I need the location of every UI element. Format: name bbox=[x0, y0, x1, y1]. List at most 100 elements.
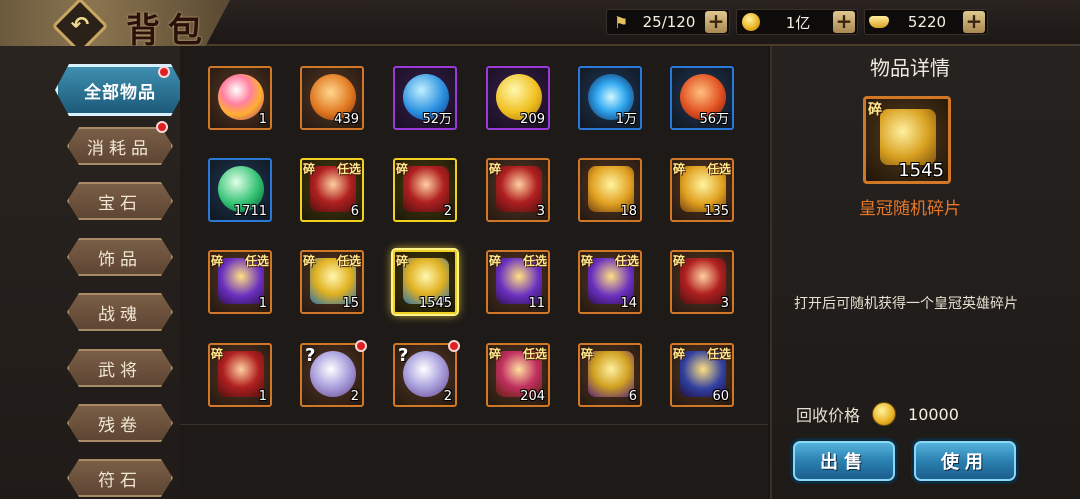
item-slot[interactable]: 碎3 bbox=[670, 250, 734, 314]
question-mark-icon: ? bbox=[398, 345, 409, 366]
fragment-tag: 碎 bbox=[489, 347, 502, 361]
grid-divider bbox=[180, 424, 768, 425]
fragment-tag: 碎 bbox=[211, 347, 224, 361]
fragment-tag: 碎 bbox=[303, 254, 316, 268]
mystery-crystal-icon bbox=[310, 351, 356, 397]
tab-generals[interactable]: 武将 bbox=[67, 349, 173, 387]
tab-label: 消耗品 bbox=[87, 138, 153, 159]
item-count: 1 bbox=[258, 112, 267, 127]
use-button[interactable]: 使用 bbox=[911, 438, 1019, 484]
tab-label: 饰品 bbox=[98, 249, 142, 270]
gold-ingot-icon bbox=[867, 10, 891, 34]
tab-consumables[interactable]: 消耗品 bbox=[67, 127, 173, 165]
item-slot[interactable]: 1 bbox=[208, 66, 272, 130]
rainbow-gem-icon bbox=[218, 74, 264, 120]
resource-gold: 1亿 + bbox=[736, 9, 858, 35]
notification-badge bbox=[355, 340, 367, 352]
recycle-value: 10000 bbox=[908, 404, 959, 424]
item-slot[interactable]: 52万 bbox=[393, 66, 457, 130]
item-slot[interactable]: 439 bbox=[300, 66, 364, 130]
item-slot[interactable]: 碎1 bbox=[208, 343, 272, 407]
page-title: 背包 bbox=[126, 11, 210, 51]
item-slot[interactable]: 1711 bbox=[208, 158, 272, 222]
use-label: 使用 bbox=[941, 452, 989, 473]
tab-scroll-fragments[interactable]: 残卷 bbox=[67, 404, 173, 442]
tab-label: 宝石 bbox=[98, 193, 142, 214]
sell-label: 出售 bbox=[820, 452, 868, 473]
fragment-tag: 碎 bbox=[396, 254, 409, 268]
item-count: 2 bbox=[350, 389, 359, 404]
tab-label: 武将 bbox=[98, 360, 142, 381]
item-count: 15 bbox=[342, 296, 359, 311]
item-slot[interactable]: ? 2 bbox=[393, 340, 460, 407]
trophy-flag-icon: ⚑ bbox=[613, 12, 629, 32]
item-slot[interactable]: 碎2 bbox=[393, 158, 457, 222]
item-slot[interactable]: 56万 bbox=[670, 66, 734, 130]
tab-war-souls[interactable]: 战魂 bbox=[67, 293, 173, 331]
detail-title: 物品详情 bbox=[870, 56, 950, 80]
item-count: 56万 bbox=[699, 112, 729, 127]
selectable-tag: 任选 bbox=[336, 254, 361, 268]
item-count: 209 bbox=[520, 112, 545, 127]
notification-badge bbox=[156, 121, 168, 133]
tab-rune-stones[interactable]: 符石 bbox=[67, 459, 173, 497]
gold-purple-chest-icon bbox=[588, 351, 634, 397]
fragment-tag: 碎 bbox=[673, 347, 686, 361]
item-slot[interactable]: 碎 任选 14 bbox=[578, 250, 642, 314]
resource-ingot: 5220 + bbox=[864, 9, 988, 35]
add-stamina-button[interactable]: + bbox=[705, 11, 727, 33]
item-count: 18 bbox=[620, 204, 637, 219]
resource-stamina: ⚑ 25/120 + bbox=[606, 9, 730, 35]
item-slot[interactable]: 碎 任选 15 bbox=[300, 250, 364, 314]
item-count: 1545 bbox=[418, 296, 452, 311]
item-count: 60 bbox=[712, 389, 729, 404]
tab-label: 符石 bbox=[98, 470, 142, 491]
notification-badge bbox=[448, 340, 460, 352]
selectable-tag: 任选 bbox=[614, 254, 639, 268]
resource-value: 5220 bbox=[907, 13, 947, 31]
red-chest-icon bbox=[218, 351, 264, 397]
add-gold-button[interactable]: + bbox=[833, 11, 855, 33]
item-count: 2 bbox=[443, 204, 452, 219]
question-mark-icon: ? bbox=[305, 345, 316, 366]
item-count: 1 bbox=[258, 389, 267, 404]
item-slot[interactable]: 碎 任选 11 bbox=[486, 250, 550, 314]
item-count: 1 bbox=[258, 296, 267, 311]
red-chest-icon bbox=[680, 258, 726, 304]
item-slot[interactable]: 碎 任选 1 bbox=[208, 250, 272, 314]
item-slot[interactable]: 碎 任选 60 bbox=[670, 343, 734, 407]
item-slot[interactable]: 209 bbox=[486, 66, 550, 130]
tab-accessories[interactable]: 饰品 bbox=[67, 238, 173, 276]
tab-gems[interactable]: 宝石 bbox=[67, 182, 173, 220]
fragment-tag: 碎 bbox=[211, 254, 224, 268]
selectable-tag: 任选 bbox=[522, 254, 547, 268]
add-ingot-button[interactable]: + bbox=[963, 11, 985, 33]
item-slot[interactable]: 碎 任选 204 bbox=[486, 343, 550, 407]
fragment-tag: 碎 bbox=[673, 162, 686, 176]
item-grid: 1 439 52万 209 1万 56万 1711 碎任选 6 碎 2 碎 3 18 碎任选 135 碎任选 1 碎… bbox=[180, 46, 768, 499]
fragment-tag: 碎 bbox=[581, 254, 594, 268]
item-count: 1545 bbox=[898, 160, 944, 181]
tab-label: 战魂 bbox=[98, 304, 142, 325]
tab-label: 残卷 bbox=[98, 415, 142, 436]
item-slot[interactable]: 碎 1545 bbox=[393, 250, 457, 314]
item-slot[interactable]: 1万 bbox=[578, 66, 642, 130]
back-arrow-icon: ↶ bbox=[70, 13, 90, 38]
item-count: 2 bbox=[443, 389, 452, 404]
item-count: 1711 bbox=[233, 204, 267, 219]
detail-item-slot: 碎 1545 bbox=[863, 96, 951, 184]
item-slot[interactable]: 碎 任选 6 bbox=[300, 158, 364, 222]
selectable-tag: 任选 bbox=[336, 162, 361, 176]
category-sidebar: 全部物品 消耗品 宝石 饰品 战魂 武将 残卷 符石 bbox=[0, 46, 180, 499]
notification-badge bbox=[158, 66, 170, 78]
item-name: 皇冠随机碎片 bbox=[859, 199, 961, 219]
sell-button[interactable]: 出售 bbox=[790, 438, 898, 484]
item-slot[interactable]: 碎3 bbox=[486, 158, 550, 222]
item-slot[interactable]: 碎6 bbox=[578, 343, 642, 407]
item-count: 6 bbox=[628, 389, 637, 404]
item-slot[interactable]: 碎 任选 135 bbox=[670, 158, 734, 222]
item-count: 11 bbox=[528, 296, 545, 311]
item-count: 14 bbox=[620, 296, 637, 311]
item-slot[interactable]: 18 bbox=[578, 158, 642, 222]
item-slot[interactable]: ? 2 bbox=[300, 340, 367, 407]
